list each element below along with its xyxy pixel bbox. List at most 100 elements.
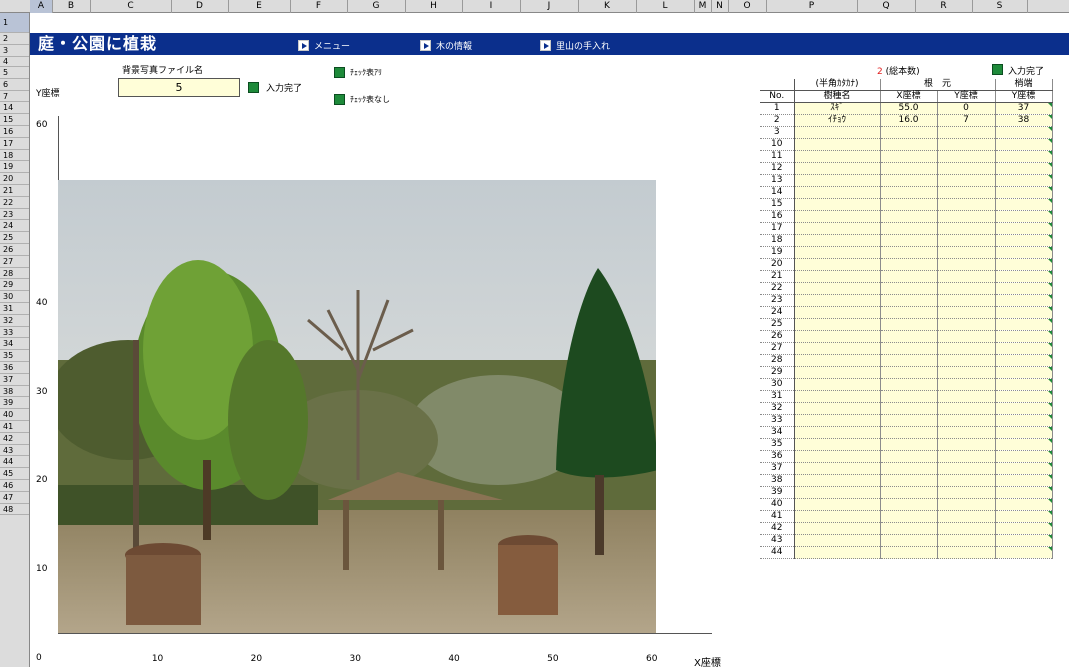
species-cell[interactable]	[794, 354, 881, 368]
column-header-g[interactable]: G	[347, 0, 406, 13]
tip-y-cell[interactable]	[995, 210, 1053, 224]
x-coord-cell[interactable]	[880, 354, 938, 368]
species-cell[interactable]	[794, 138, 881, 152]
y-coord-cell[interactable]	[937, 270, 996, 284]
column-header-p[interactable]: P	[766, 0, 858, 13]
tree-info-button[interactable]: 木の情報	[420, 38, 472, 52]
y-coord-cell[interactable]	[937, 198, 996, 212]
species-cell[interactable]	[794, 390, 881, 404]
x-coord-cell[interactable]	[880, 378, 938, 392]
x-coord-cell[interactable]	[880, 210, 938, 224]
column-header-a[interactable]: A	[30, 0, 53, 13]
tip-y-cell[interactable]: 37	[995, 102, 1053, 116]
species-cell[interactable]	[794, 534, 881, 548]
tip-y-cell[interactable]	[995, 438, 1053, 452]
tip-y-cell[interactable]	[995, 366, 1053, 380]
row-header-42[interactable]: 42	[0, 433, 29, 445]
species-cell[interactable]	[794, 402, 881, 416]
row-header-5[interactable]: 5	[0, 67, 29, 79]
tip-y-cell[interactable]	[995, 414, 1053, 428]
species-cell[interactable]	[794, 198, 881, 212]
x-coord-cell[interactable]	[880, 390, 938, 404]
species-cell[interactable]	[794, 426, 881, 440]
y-coord-cell[interactable]	[937, 366, 996, 380]
check-on-checkbox[interactable]	[334, 67, 345, 78]
x-coord-cell[interactable]	[880, 330, 938, 344]
y-coord-cell[interactable]	[937, 306, 996, 320]
x-coord-cell[interactable]	[880, 438, 938, 452]
x-coord-cell[interactable]	[880, 162, 938, 176]
y-coord-cell[interactable]	[937, 210, 996, 224]
y-coord-cell[interactable]	[937, 126, 996, 140]
row-header-22[interactable]: 22	[0, 197, 29, 209]
species-cell[interactable]	[794, 510, 881, 524]
y-coord-cell[interactable]	[937, 234, 996, 248]
row-header-30[interactable]: 30	[0, 291, 29, 303]
species-cell[interactable]	[794, 462, 881, 476]
species-cell[interactable]	[794, 414, 881, 428]
y-coord-cell[interactable]	[937, 522, 996, 536]
species-cell[interactable]: ｲﾁｮｳ	[794, 114, 881, 128]
column-header-f[interactable]: F	[290, 0, 348, 13]
y-coord-cell[interactable]	[937, 162, 996, 176]
species-cell[interactable]	[794, 186, 881, 200]
y-coord-cell[interactable]	[937, 342, 996, 356]
tip-y-cell[interactable]	[995, 234, 1053, 248]
column-header-h[interactable]: H	[405, 0, 463, 13]
y-coord-cell[interactable]	[937, 390, 996, 404]
x-coord-cell[interactable]	[880, 126, 938, 140]
tip-y-cell[interactable]	[995, 318, 1053, 332]
tip-y-cell[interactable]	[995, 306, 1053, 320]
x-coord-cell[interactable]	[880, 150, 938, 164]
tip-y-cell[interactable]	[995, 294, 1053, 308]
row-header-31[interactable]: 31	[0, 303, 29, 315]
row-header-24[interactable]: 24	[0, 220, 29, 233]
y-coord-cell[interactable]	[937, 150, 996, 164]
row-header-19[interactable]: 19	[0, 161, 29, 174]
species-cell[interactable]	[794, 234, 881, 248]
y-coord-cell[interactable]	[937, 438, 996, 452]
species-cell[interactable]	[794, 546, 881, 560]
row-header-17[interactable]: 17	[0, 138, 29, 150]
row-header-28[interactable]: 28	[0, 268, 29, 280]
y-coord-cell[interactable]	[937, 222, 996, 236]
tip-y-cell[interactable]: 38	[995, 114, 1053, 128]
column-header-s[interactable]: S	[972, 0, 1028, 13]
species-cell[interactable]	[794, 162, 881, 176]
species-cell[interactable]	[794, 150, 881, 164]
y-coord-cell[interactable]	[937, 450, 996, 464]
column-header-i[interactable]: I	[462, 0, 521, 13]
x-coord-cell[interactable]	[880, 246, 938, 260]
x-coord-cell[interactable]	[880, 258, 938, 272]
row-header-38[interactable]: 38	[0, 386, 29, 398]
column-header-c[interactable]: C	[90, 0, 172, 13]
species-cell[interactable]	[794, 342, 881, 356]
x-coord-cell[interactable]	[880, 306, 938, 320]
y-coord-cell[interactable]: 7	[937, 114, 996, 128]
tip-y-cell[interactable]	[995, 546, 1053, 560]
tip-y-cell[interactable]	[995, 450, 1053, 464]
row-header-2[interactable]: 2	[0, 33, 29, 45]
tip-y-cell[interactable]	[995, 198, 1053, 212]
done-checkbox[interactable]	[248, 82, 259, 93]
tip-y-cell[interactable]	[995, 510, 1053, 524]
row-header-21[interactable]: 21	[0, 185, 29, 197]
row-header-20[interactable]: 20	[0, 173, 29, 185]
x-coord-cell[interactable]	[880, 510, 938, 524]
row-header-36[interactable]: 36	[0, 362, 29, 374]
row-header-47[interactable]: 47	[0, 492, 29, 504]
x-coord-cell[interactable]	[880, 534, 938, 548]
column-header-d[interactable]: D	[171, 0, 229, 13]
tip-y-cell[interactable]	[995, 486, 1053, 500]
row-header-45[interactable]: 45	[0, 468, 29, 480]
y-coord-cell[interactable]	[937, 402, 996, 416]
tip-y-cell[interactable]	[995, 462, 1053, 476]
row-header-14[interactable]: 14	[0, 102, 29, 115]
row-header-39[interactable]: 39	[0, 397, 29, 410]
tip-y-cell[interactable]	[995, 534, 1053, 548]
row-header-33[interactable]: 33	[0, 327, 29, 339]
y-coord-cell[interactable]	[937, 378, 996, 392]
row-header-26[interactable]: 26	[0, 244, 29, 256]
x-coord-cell[interactable]: 55.0	[880, 102, 938, 116]
x-coord-cell[interactable]: 16.0	[880, 114, 938, 128]
